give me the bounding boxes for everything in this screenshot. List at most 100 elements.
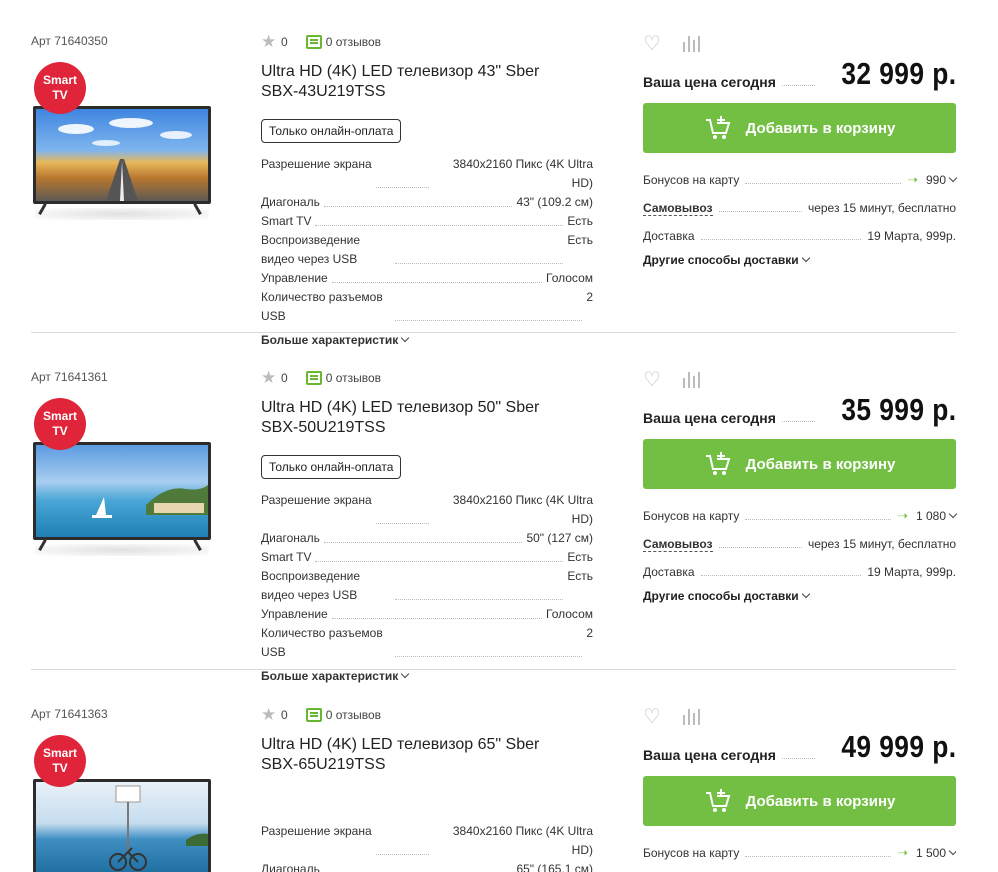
row-dots bbox=[745, 855, 892, 857]
rating-row: ★ 0 0 отзывов bbox=[261, 707, 593, 723]
pickup-link[interactable]: Самовывоз bbox=[643, 537, 713, 552]
tv-screen-image bbox=[33, 106, 211, 204]
article-number: Арт 71641361 bbox=[31, 370, 108, 384]
spec-row: Количество разъемов USB 2 bbox=[261, 624, 593, 662]
heart-icon[interactable]: ♡ bbox=[643, 707, 661, 727]
spec-key: Воспроизведение видео через USB bbox=[261, 569, 361, 602]
spec-row: Управление Голосом bbox=[261, 269, 593, 288]
row-dots bbox=[718, 210, 802, 212]
spec-dots bbox=[395, 567, 564, 600]
spec-row: Smart TV Есть bbox=[261, 212, 593, 231]
bonus-dropdown[interactable]: 990 bbox=[926, 173, 958, 187]
product-title[interactable]: Ultra HD (4K) LED телевизор 50" Sber SBX… bbox=[261, 398, 581, 438]
pickup-value: через 15 минут, бесплатно bbox=[807, 201, 956, 215]
price-dots bbox=[781, 758, 815, 759]
other-delivery-link[interactable]: Другие способы доставки bbox=[643, 253, 956, 267]
spec-dots bbox=[395, 288, 583, 321]
divider bbox=[31, 669, 956, 670]
spec-dots bbox=[315, 548, 564, 562]
cart-plus-icon bbox=[705, 116, 730, 139]
spec-dots bbox=[323, 193, 513, 207]
more-specs-link[interactable]: Больше характеристик bbox=[261, 333, 593, 347]
spec-key: Диагональ bbox=[261, 195, 320, 209]
chevron-down-icon bbox=[400, 669, 410, 679]
pickup-link[interactable]: Самовывоз bbox=[643, 201, 713, 216]
product-image[interactable]: Smart TV bbox=[31, 62, 211, 242]
bonus-dropdown[interactable]: 1 500 bbox=[916, 846, 956, 860]
pickup-value: через 15 минут, бесплатно bbox=[807, 537, 956, 551]
chevron-down-icon bbox=[400, 333, 410, 343]
spec-value: 3840x2160 Пикс (4K Ultra HD) bbox=[452, 493, 593, 526]
spec-key: Разрешение экрана bbox=[261, 157, 372, 171]
other-delivery-link[interactable]: Другие способы доставки bbox=[643, 589, 956, 603]
specs-list: Разрешение экрана 3840x2160 Пикс (4K Ultr… bbox=[261, 155, 593, 326]
add-to-cart-label: Добавить в корзину bbox=[745, 119, 896, 137]
rating-value: 0 bbox=[281, 371, 288, 385]
action-icons: ♡ bbox=[643, 707, 956, 727]
action-icons: ♡ bbox=[643, 370, 956, 390]
add-to-cart-label: Добавить в корзину bbox=[745, 792, 896, 810]
product-title[interactable]: Ultra HD (4K) LED телевизор 43" Sber SBX… bbox=[261, 62, 581, 102]
spec-row: Smart TV Есть bbox=[261, 548, 593, 567]
product-info: ★ 0 0 отзывов Ultra HD (4K) LED телевизо… bbox=[261, 707, 593, 872]
spec-dots bbox=[324, 860, 513, 872]
cart-plus-icon bbox=[705, 452, 730, 475]
star-icon[interactable]: ★ bbox=[261, 369, 277, 386]
cart-plus-icon bbox=[705, 789, 730, 812]
spec-key: Разрешение экрана bbox=[261, 824, 372, 838]
purchase-panel: ♡ Ваша цена сегодня 35 999 р. Добавить в… bbox=[643, 370, 958, 603]
product-image[interactable]: Smart TV bbox=[31, 735, 211, 872]
reviews-link[interactable]: 0 отзывов bbox=[326, 35, 381, 49]
online-payment-badge: Только онлайн-оплата bbox=[261, 119, 402, 143]
spec-value: Есть bbox=[567, 569, 593, 583]
tv-screen-image bbox=[33, 779, 211, 872]
spec-dots bbox=[375, 822, 429, 855]
spec-dots bbox=[395, 231, 564, 264]
spec-value: 65" (165.1 см) bbox=[516, 862, 593, 872]
product-title[interactable]: Ultra HD (4K) LED телевизор 65" Sber SBX… bbox=[261, 735, 581, 775]
smart-tv-badge: Smart TV bbox=[34, 735, 86, 787]
more-specs-link[interactable]: Больше характеристик bbox=[261, 669, 593, 683]
reviews-link[interactable]: 0 отзывов bbox=[326, 371, 381, 385]
star-icon[interactable]: ★ bbox=[261, 707, 277, 723]
chevron-down-icon bbox=[801, 589, 810, 599]
bonus-label: Бонусов на карту bbox=[643, 846, 740, 860]
delivery-row: Доставка 19 Марта, 999р. bbox=[643, 222, 956, 250]
spec-value: Есть bbox=[567, 233, 593, 247]
reviews-icon bbox=[305, 35, 322, 49]
spec-row: Разрешение экрана 3840x2160 Пикс (4K Ultr… bbox=[261, 822, 593, 860]
spec-key: Smart TV bbox=[261, 214, 312, 228]
heart-icon[interactable]: ♡ bbox=[643, 34, 661, 54]
price-value: 32 999 р. bbox=[840, 56, 956, 91]
spec-value: Есть bbox=[567, 550, 593, 564]
divider bbox=[31, 332, 956, 333]
spec-row: Диагональ 43" (109.2 см) bbox=[261, 193, 593, 212]
reviews-link[interactable]: 0 отзывов bbox=[326, 708, 381, 722]
spec-row: Разрешение экрана 3840x2160 Пикс (4K Ultr… bbox=[261, 491, 593, 529]
action-icons: ♡ bbox=[643, 34, 956, 54]
tv-shadow bbox=[35, 208, 209, 220]
spec-row: Разрешение экрана 3840x2160 Пикс (4K Ultr… bbox=[261, 155, 593, 193]
chevron-down-icon bbox=[801, 253, 810, 263]
coast-scene bbox=[92, 485, 208, 518]
specs-list: Разрешение экрана 3840x2160 Пикс (4K Ultr… bbox=[261, 491, 593, 662]
price-label: Ваша цена сегодня bbox=[643, 410, 776, 426]
pickup-row: Самовывоз через 15 минут, бесплатно bbox=[643, 530, 956, 558]
spec-value: Есть bbox=[567, 214, 593, 228]
add-to-cart-button[interactable]: Добавить в корзину bbox=[643, 776, 956, 826]
row-dots bbox=[718, 546, 802, 548]
add-to-cart-button[interactable]: Добавить в корзину bbox=[643, 103, 956, 153]
compare-icon[interactable] bbox=[682, 372, 700, 388]
spec-value: 2 bbox=[586, 290, 593, 304]
add-to-cart-button[interactable]: Добавить в корзину bbox=[643, 439, 956, 489]
spec-value: Голосом bbox=[546, 607, 593, 621]
specs-list: Разрешение экрана 3840x2160 Пикс (4K Ultr… bbox=[261, 822, 593, 872]
compare-icon[interactable] bbox=[682, 36, 700, 52]
product-image[interactable]: Smart TV bbox=[31, 398, 211, 578]
spec-dots bbox=[323, 529, 523, 543]
bonus-dropdown[interactable]: 1 080 bbox=[916, 509, 958, 523]
compare-icon[interactable] bbox=[682, 709, 700, 725]
heart-icon[interactable]: ♡ bbox=[643, 370, 661, 390]
star-icon[interactable]: ★ bbox=[261, 33, 277, 50]
delivery-value: 19 Марта, 999р. bbox=[867, 229, 956, 243]
